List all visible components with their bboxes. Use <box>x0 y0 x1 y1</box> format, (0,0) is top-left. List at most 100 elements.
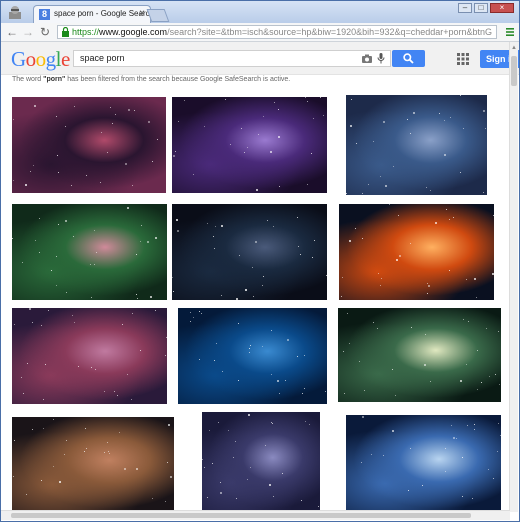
star <box>228 430 229 431</box>
star <box>497 451 498 452</box>
image-result-nebula-pink-purple[interactable] <box>12 97 166 193</box>
image-result-starfield-blue[interactable] <box>346 95 487 195</box>
star <box>368 184 369 185</box>
image-result-astronaut-helmet[interactable] <box>12 417 174 513</box>
back-button[interactable]: ← <box>5 25 19 39</box>
minimize-button[interactable]: – <box>458 3 472 13</box>
image-result-deep-space-dark[interactable] <box>172 204 327 300</box>
star <box>399 255 401 257</box>
star <box>456 438 457 439</box>
star <box>489 376 490 377</box>
image-result-nebula-green[interactable] <box>12 204 167 300</box>
star <box>125 163 127 165</box>
star <box>477 350 478 351</box>
star <box>94 264 95 265</box>
horizontal-scrollbar[interactable] <box>1 510 510 520</box>
star <box>439 113 440 114</box>
star <box>347 313 348 314</box>
star <box>85 428 86 429</box>
close-window-button[interactable]: × <box>490 3 514 13</box>
star <box>201 313 202 314</box>
title-bar: 8 space porn - Google Search × – □ × <box>1 1 519 24</box>
star <box>112 123 113 124</box>
image-result-nebula-orion[interactable] <box>12 308 167 404</box>
tab-close-icon[interactable]: × <box>139 8 145 19</box>
star <box>430 190 431 191</box>
profile-icon[interactable] <box>7 4 23 20</box>
star <box>175 151 176 152</box>
star <box>355 228 356 229</box>
star <box>95 369 96 370</box>
star <box>263 276 264 277</box>
star <box>14 440 15 441</box>
star <box>74 322 75 323</box>
star <box>58 224 59 225</box>
image-result-planet-sunrise[interactable] <box>339 204 494 300</box>
star <box>445 448 446 449</box>
star <box>265 445 266 446</box>
star <box>309 424 310 425</box>
star <box>86 448 87 449</box>
star <box>267 220 268 221</box>
star <box>245 289 247 291</box>
star <box>430 381 431 382</box>
star <box>272 423 273 424</box>
google-favicon-icon: 8 <box>39 9 50 20</box>
star <box>304 355 305 356</box>
star <box>451 425 452 426</box>
vertical-scrollbar[interactable]: ▲ <box>509 42 518 512</box>
star <box>152 498 153 499</box>
star <box>64 454 65 455</box>
star <box>101 132 102 133</box>
maximize-button[interactable]: □ <box>474 3 488 13</box>
hamburger-menu-icon[interactable] <box>504 26 516 38</box>
scrollbar-thumb[interactable] <box>11 513 471 518</box>
star <box>25 184 27 186</box>
star <box>446 209 447 210</box>
microphone-icon[interactable] <box>377 53 385 64</box>
star <box>498 331 499 332</box>
star <box>411 327 412 328</box>
star <box>466 364 467 365</box>
scroll-up-icon[interactable]: ▲ <box>510 44 518 52</box>
image-result-blue-nebula[interactable] <box>178 308 327 404</box>
image-result-galaxy-purple-band[interactable] <box>172 97 327 193</box>
image-result-planets-green-light[interactable] <box>338 308 501 402</box>
star <box>462 496 463 497</box>
camera-icon[interactable] <box>362 54 372 63</box>
star <box>214 248 215 249</box>
address-bar[interactable]: https://www.google.com/search?site=&tbm=… <box>57 25 497 39</box>
forward-button[interactable]: → <box>21 25 35 39</box>
star <box>72 315 73 316</box>
star <box>216 343 217 344</box>
star <box>190 321 191 322</box>
star <box>493 215 494 216</box>
star <box>117 395 118 396</box>
star <box>32 429 33 430</box>
search-button[interactable] <box>392 50 425 67</box>
star <box>166 337 167 338</box>
star <box>119 432 120 433</box>
notice-filtered-word: "porn" <box>43 76 66 83</box>
google-logo[interactable]: Google <box>11 48 70 70</box>
star <box>362 193 363 194</box>
star <box>500 435 501 436</box>
search-input[interactable]: space porn <box>73 50 391 67</box>
star <box>127 207 129 209</box>
star <box>426 187 427 188</box>
star <box>172 277 173 278</box>
star <box>279 393 280 394</box>
star <box>359 361 360 362</box>
star <box>492 273 494 275</box>
tab-active[interactable]: 8 space porn - Google Search × <box>33 5 154 24</box>
apps-grid-icon[interactable] <box>457 53 469 65</box>
image-result-starfield-purple[interactable] <box>202 412 320 513</box>
star <box>152 161 153 162</box>
reload-button[interactable]: ↻ <box>38 25 52 39</box>
star <box>53 419 54 420</box>
star <box>233 457 234 458</box>
scrollbar-thumb[interactable] <box>511 56 517 86</box>
image-result-planet-horizon-blue[interactable] <box>346 415 501 513</box>
new-tab-button[interactable] <box>146 9 170 22</box>
star <box>297 356 298 357</box>
